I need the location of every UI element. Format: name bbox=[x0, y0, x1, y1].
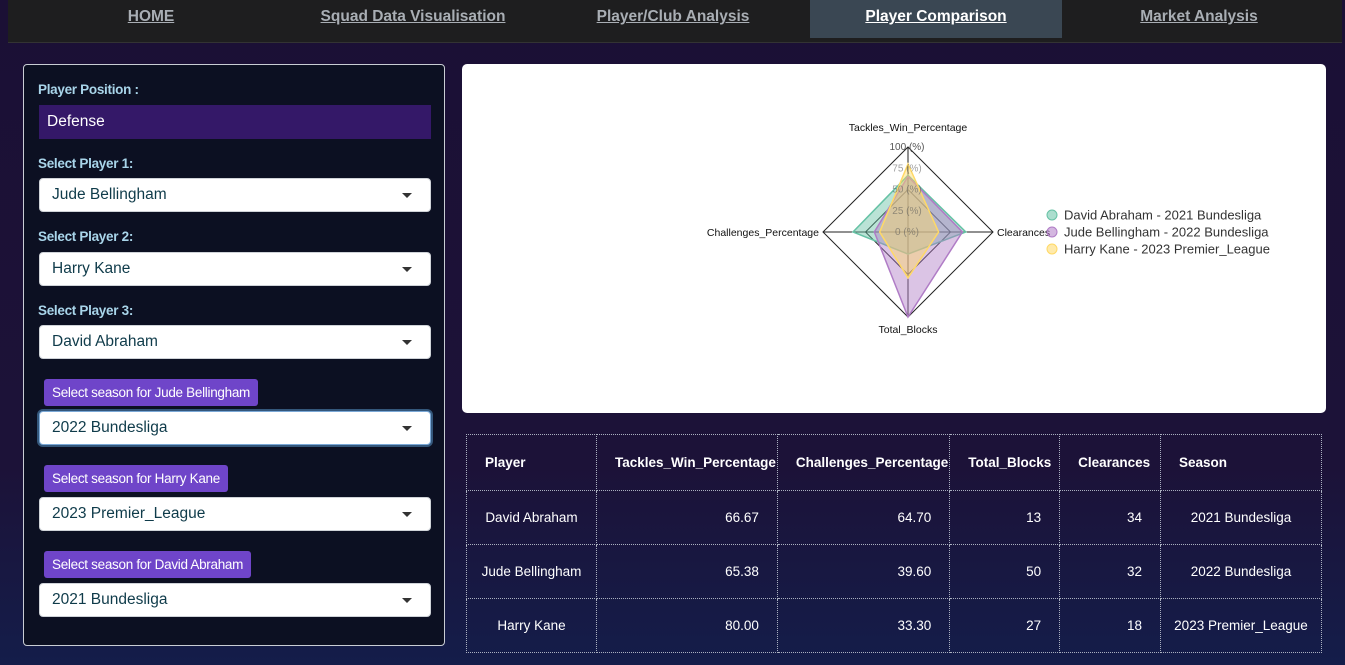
chevron-down-icon bbox=[402, 598, 412, 603]
tab-squad-data-visualisation[interactable]: Squad Data Visualisation bbox=[294, 0, 532, 38]
player1-select-value: Jude Bellingham bbox=[52, 186, 167, 203]
header-season[interactable]: Season bbox=[1159, 434, 1323, 491]
radar-axis-label: Total_Blocks bbox=[879, 324, 938, 336]
cell-clearances: 18 bbox=[1059, 598, 1161, 653]
cell-total-blocks: 27 bbox=[949, 598, 1061, 653]
header-player[interactable]: Player bbox=[466, 434, 597, 491]
tab-market-analysis[interactable]: Market Analysis bbox=[1074, 0, 1324, 38]
season1-select[interactable]: 2022 Bundesliga bbox=[39, 411, 431, 445]
player2-select-value: Harry Kane bbox=[52, 260, 131, 277]
radar-axis-label: Challenges_Percentage bbox=[707, 227, 819, 239]
player1-select[interactable]: Jude Bellingham bbox=[39, 178, 431, 212]
cell-season: 2021 Bundesliga bbox=[1159, 490, 1323, 545]
legend-marker bbox=[1046, 243, 1058, 255]
tab-home[interactable]: HOME bbox=[8, 0, 294, 38]
chevron-down-icon bbox=[402, 193, 412, 198]
cell-tackles-win: 80.00 bbox=[595, 598, 778, 653]
cell-player: Harry Kane bbox=[466, 598, 597, 653]
cell-clearances: 32 bbox=[1059, 544, 1161, 599]
top-navbar: HOME Squad Data Visualisation Player/Clu… bbox=[8, 0, 1342, 43]
table-row: Harry Kane 80.00 33.30 27 18 2023 Premie… bbox=[466, 598, 1323, 653]
cell-tackles-win: 66.67 bbox=[595, 490, 778, 545]
select-player3-label: Select Player 3: bbox=[38, 303, 134, 318]
header-clearances[interactable]: Clearances bbox=[1059, 434, 1161, 491]
table-row: David Abraham 66.67 64.70 13 34 2021 Bun… bbox=[466, 490, 1323, 545]
filter-sidebar: Player Position : Defense Select Player … bbox=[23, 64, 445, 646]
table-row: Jude Bellingham 65.38 39.60 50 32 2022 B… bbox=[466, 544, 1323, 599]
radar-chart: 0 (%) 25 (%) 50 (%) 75 (%) 100 (%) Tackles_Wi… bbox=[707, 122, 1270, 336]
chevron-down-icon bbox=[402, 426, 412, 431]
cell-challenges: 39.60 bbox=[776, 544, 951, 599]
chevron-down-icon bbox=[402, 512, 412, 517]
player-stats-table: Player Tackles_Win_Percentage Challenges… bbox=[466, 434, 1323, 653]
table-header-row: Player Tackles_Win_Percentage Challenges… bbox=[466, 434, 1323, 491]
cell-total-blocks: 50 bbox=[949, 544, 1061, 599]
cell-challenges: 64.70 bbox=[776, 490, 951, 545]
cell-tackles-win: 65.38 bbox=[595, 544, 778, 599]
chevron-down-icon bbox=[402, 267, 412, 272]
cell-season: 2022 Bundesliga bbox=[1159, 544, 1323, 599]
chevron-down-icon bbox=[402, 340, 412, 345]
header-tackles-win-percentage[interactable]: Tackles_Win_Percentage bbox=[595, 434, 778, 491]
legend-label: Jude Bellingham - 2022 Bundesliga bbox=[1064, 225, 1269, 240]
season3-select-value: 2021 Bundesliga bbox=[52, 591, 168, 608]
cell-challenges: 33.30 bbox=[776, 598, 951, 653]
season2-select-value: 2023 Premier_League bbox=[52, 505, 206, 522]
player-position-label: Player Position : bbox=[38, 82, 139, 97]
season2-select[interactable]: 2023 Premier_League bbox=[39, 497, 431, 531]
cell-total-blocks: 13 bbox=[949, 490, 1061, 545]
player-position-value: Defense bbox=[39, 105, 431, 139]
tab-player-comparison[interactable]: Player Comparison bbox=[810, 0, 1062, 38]
player3-select[interactable]: David Abraham bbox=[39, 325, 431, 359]
legend-marker bbox=[1046, 226, 1058, 238]
season1-label-badge: Select season for Jude Bellingham bbox=[44, 379, 258, 406]
cell-player: Jude Bellingham bbox=[466, 544, 597, 599]
cell-player: David Abraham bbox=[466, 490, 597, 545]
tab-player-club-analysis[interactable]: Player/Club Analysis bbox=[548, 0, 798, 38]
season1-select-value: 2022 Bundesliga bbox=[52, 419, 168, 436]
cell-season: 2023 Premier_League bbox=[1159, 598, 1323, 653]
radar-tick-label: 100 (%) bbox=[889, 142, 924, 153]
player3-select-value: David Abraham bbox=[52, 333, 158, 350]
header-challenges-percentage[interactable]: Challenges_Percentage bbox=[776, 434, 951, 491]
radar-tick-label: 50 (%) bbox=[892, 185, 921, 196]
cell-clearances: 34 bbox=[1059, 490, 1161, 545]
season2-label-badge: Select season for Harry Kane bbox=[44, 465, 228, 492]
radar-tick-label: 25 (%) bbox=[892, 206, 921, 217]
season3-select[interactable]: 2021 Bundesliga bbox=[39, 583, 431, 617]
radar-axis-label: Tackles_Win_Percentage bbox=[849, 122, 968, 134]
radar-tick-label: 0 (%) bbox=[895, 227, 919, 238]
select-player1-label: Select Player 1: bbox=[38, 156, 134, 171]
radar-chart-panel: 0 (%) 25 (%) 50 (%) 75 (%) 100 (%) Tackles_Wi… bbox=[462, 64, 1326, 413]
radar-tick-label: 75 (%) bbox=[892, 163, 921, 174]
legend-label: David Abraham - 2021 Bundesliga bbox=[1064, 208, 1262, 223]
season3-label-badge: Select season for David Abraham bbox=[44, 551, 252, 578]
player2-select[interactable]: Harry Kane bbox=[39, 252, 431, 286]
legend-label: Harry Kane - 2023 Premier_League bbox=[1064, 242, 1270, 257]
header-total-blocks[interactable]: Total_Blocks bbox=[949, 434, 1061, 491]
select-player2-label: Select Player 2: bbox=[38, 229, 134, 244]
radar-axis-label: Clearances bbox=[997, 227, 1050, 239]
legend-marker bbox=[1046, 209, 1058, 221]
